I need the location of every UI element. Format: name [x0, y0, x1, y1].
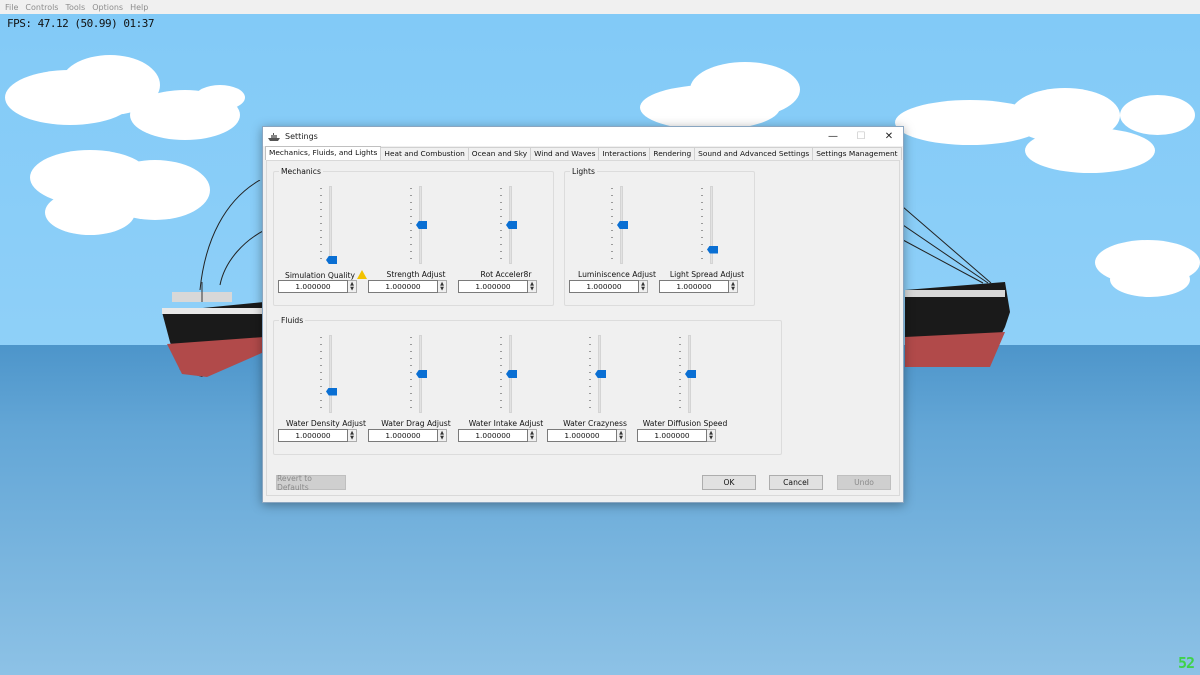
dialog-title: Settings [285, 132, 318, 141]
ship-rope-left [199, 180, 265, 290]
ship-stern-right [905, 282, 1010, 367]
tab-wind-waves[interactable]: Wind and Waves [530, 147, 600, 160]
slider-label: Water Intake Adjust [468, 419, 544, 428]
spinner-arrows-icon[interactable]: ▲ ▼ [348, 280, 357, 293]
menu-options[interactable]: Options [92, 3, 123, 12]
tab-sound-advanced[interactable]: Sound and Advanced Settings [694, 147, 814, 160]
slider-thumb[interactable] [326, 256, 337, 264]
slider-thumb[interactable] [506, 370, 517, 378]
menu-tools[interactable]: Tools [65, 3, 85, 12]
spinner-arrows-icon[interactable]: ▲ ▼ [528, 429, 537, 442]
slider-thumb[interactable] [595, 370, 606, 378]
slider-label: Luminiscence Adjust [578, 270, 656, 279]
value-spinner[interactable]: 1.000000 ▲ ▼ [547, 429, 627, 442]
lights-group: Lights Luminiscence Adjust 1.000000 ▲ ▼ Li… [564, 167, 755, 306]
fluids-group: Fluids Water Density Adjust 1.000000 ▲ ▼ W… [273, 316, 782, 455]
value-spinner[interactable]: 1.000000 ▲ ▼ [659, 280, 739, 293]
slider-label: Water Density Adjust [286, 419, 366, 428]
spinner-arrows-icon[interactable]: ▲ ▼ [639, 280, 648, 293]
corner-counter: 52 [1177, 654, 1195, 672]
window-controls: — ☐ ✕ [819, 127, 903, 146]
ship-bow-left [162, 282, 264, 377]
value-spinner[interactable]: 1.000000 ▲ ▼ [637, 429, 717, 442]
slider-label: Simulation Quality [285, 271, 355, 280]
slider-thumb[interactable] [416, 370, 427, 378]
value-spinner[interactable]: 1.000000 ▲ ▼ [368, 429, 448, 442]
value-input[interactable]: 1.000000 [278, 429, 348, 442]
slider-thumb[interactable] [506, 221, 517, 229]
slider-thumb[interactable] [326, 387, 337, 396]
slider-label: Light Spread Adjust [669, 270, 745, 279]
mechanics-group: Mechanics Simulation Quality 1.000000 ▲ ▼ … [273, 167, 554, 306]
lights-group-label: Lights [570, 167, 597, 176]
value-spinner[interactable]: 1.000000 ▲ ▼ [368, 280, 448, 293]
tab-page: Mechanics Simulation Quality 1.000000 ▲ ▼ … [266, 160, 900, 496]
value-input[interactable]: 1.000000 [659, 280, 729, 293]
spinner-arrows-icon[interactable]: ▲ ▼ [348, 429, 357, 442]
menu-help[interactable]: Help [130, 3, 148, 12]
mechanics-group-label: Mechanics [279, 167, 323, 176]
value-spinner[interactable]: 1.000000 ▲ ▼ [458, 429, 538, 442]
value-input[interactable]: 1.000000 [278, 280, 348, 293]
spinner-arrows-icon[interactable]: ▲ ▼ [707, 429, 716, 442]
minimize-button[interactable]: — [819, 127, 847, 146]
value-input[interactable]: 1.000000 [368, 429, 438, 442]
menu-file[interactable]: File [5, 3, 18, 12]
tab-mechanics-fluids-lights[interactable]: Mechanics, Fluids, and Lights [265, 146, 382, 160]
tab-settings-management[interactable]: Settings Management [812, 147, 902, 160]
slider-label: Water Crazyness [563, 419, 627, 428]
value-input[interactable]: 1.000000 [458, 429, 528, 442]
value-input[interactable]: 1.000000 [458, 280, 528, 293]
dialog-titlebar[interactable]: Settings — ☐ ✕ [263, 127, 903, 146]
slider-thumb[interactable] [707, 245, 718, 254]
revert-to-defaults-button[interactable]: Revert to Defaults [276, 474, 346, 492]
menu-controls[interactable]: Controls [25, 3, 58, 12]
undo-button[interactable]: Undo [837, 475, 891, 490]
slider-label: Rot Acceler8r [480, 270, 532, 279]
settings-tabs: Mechanics, Fluids, and Lights Heat and C… [265, 146, 902, 160]
tab-interactions[interactable]: Interactions [598, 147, 651, 160]
tab-ocean-sky[interactable]: Ocean and Sky [467, 147, 532, 160]
value-input[interactable]: 1.000000 [637, 429, 707, 442]
value-input[interactable]: 1.000000 [368, 280, 438, 293]
close-button[interactable]: ✕ [875, 127, 903, 146]
tab-rendering[interactable]: Rendering [649, 147, 696, 160]
value-input[interactable]: 1.000000 [547, 429, 617, 442]
spinner-arrows-icon[interactable]: ▲ ▼ [617, 429, 626, 442]
slider-thumb[interactable] [685, 370, 696, 378]
cancel-button[interactable]: Cancel [769, 475, 823, 490]
ok-button[interactable]: OK [702, 475, 756, 490]
fps-readout: FPS: 47.12 (50.99) 01:37 [7, 17, 154, 30]
tab-heat-combustion[interactable]: Heat and Combustion [380, 147, 469, 160]
value-spinner[interactable]: 1.000000 ▲ ▼ [278, 429, 358, 442]
spinner-arrows-icon[interactable]: ▲ ▼ [438, 280, 447, 293]
spinner-arrows-icon[interactable]: ▲ ▼ [438, 429, 447, 442]
maximize-button[interactable]: ☐ [847, 127, 875, 146]
slider-label: Water Diffusion Speed [642, 419, 728, 428]
value-spinner[interactable]: 1.000000 ▲ ▼ [458, 280, 538, 293]
ship-rope-right [903, 206, 992, 284]
spinner-arrows-icon[interactable]: ▲ ▼ [528, 280, 537, 293]
spinner-arrows-icon[interactable]: ▲ ▼ [729, 280, 738, 293]
ship-icon [268, 132, 280, 141]
value-spinner[interactable]: 1.000000 ▲ ▼ [569, 280, 649, 293]
value-input[interactable]: 1.000000 [569, 280, 639, 293]
value-spinner[interactable]: 1.000000 ▲ ▼ [278, 280, 358, 293]
slider-thumb[interactable] [416, 221, 427, 229]
settings-dialog: Settings — ☐ ✕ Mechanics, Fluids, and Li… [262, 126, 904, 503]
slider-thumb[interactable] [617, 221, 628, 229]
slider-track[interactable] [329, 186, 332, 264]
slider-label: Strength Adjust [386, 270, 446, 279]
slider-track[interactable] [329, 335, 332, 413]
menu-bar: File Controls Tools Options Help [0, 0, 1200, 14]
slider-label: Water Drag Adjust [381, 419, 451, 428]
fluids-group-label: Fluids [279, 316, 306, 325]
